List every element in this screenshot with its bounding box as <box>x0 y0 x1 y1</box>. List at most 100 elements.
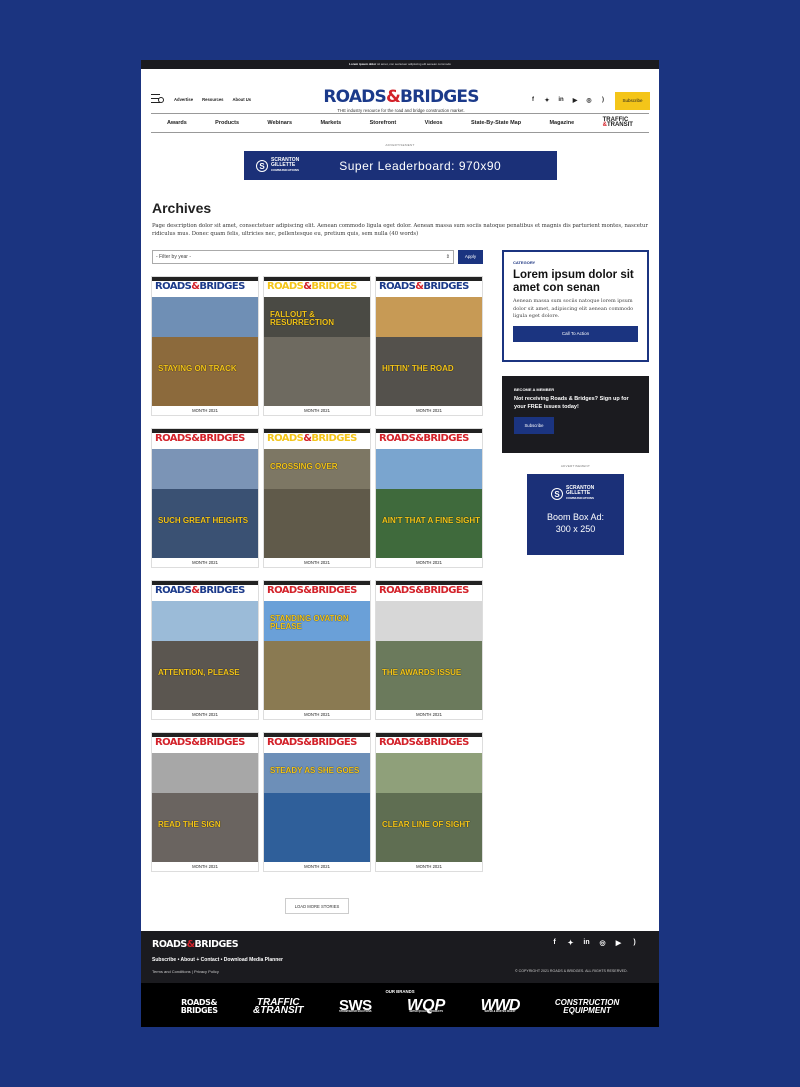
issue-month[interactable]: MONTH 2021 <box>264 710 370 720</box>
magazine-cover-image[interactable]: ROADS&BRIDGES SUCH GREAT HEIGHTS <box>152 429 258 558</box>
archive-card[interactable]: ROADS&BRIDGES HITTIN' THE ROAD MONTH 2021 <box>375 276 483 416</box>
nav-item-storefront[interactable]: Storefront <box>370 120 397 126</box>
footer-legal-links[interactable]: Terms and Conditions | Privacy Policy <box>152 969 219 974</box>
advertise-link[interactable]: Advertise <box>174 97 193 102</box>
linkedin-icon[interactable]: in <box>582 939 591 947</box>
issue-month[interactable]: MONTH 2021 <box>152 710 258 720</box>
cover-headline: FALLOUT & RESURRECTION <box>270 310 335 327</box>
page-description: Page description dolor sit amet, consect… <box>152 223 648 237</box>
member-label: BECOME A MEMBER <box>514 387 555 392</box>
facebook-icon[interactable]: f <box>529 97 537 104</box>
ad-label: ADVERTISEMENT <box>560 464 591 468</box>
sponsor-logo: S SCRANTON GILLETTE COMMUNICATIONS <box>256 158 299 173</box>
cover-masthead: ROADS&BRIDGES <box>155 737 245 748</box>
magazine-cover-image[interactable]: ROADS&BRIDGES HITTIN' THE ROAD <box>376 277 482 406</box>
youtube-icon[interactable]: ▶ <box>571 97 579 104</box>
select-arrows-icon: ⇕ <box>445 254 450 260</box>
archive-card[interactable]: ROADS&BRIDGES STEADY AS SHE GOES MONTH 202… <box>263 732 371 872</box>
twitter-icon[interactable]: ✦ <box>566 939 575 947</box>
magazine-cover-image[interactable]: ROADS&BRIDGES STEADY AS SHE GOES <box>264 733 370 862</box>
brands-label: OUR BRANDS <box>385 989 415 994</box>
nav-item-videos[interactable]: Videos <box>425 120 443 126</box>
boom-box-ad[interactable]: S SCRANTON GILLETTE COMMUNICATIONS Boom Bo… <box>527 474 624 555</box>
brand-construction-equipment[interactable]: CONSTRUCTION EQUIPMENT <box>555 999 619 1015</box>
issue-month[interactable]: MONTH 2021 <box>376 406 482 416</box>
magazine-cover-image[interactable]: ROADS&BRIDGES THE AWARDS ISSUE <box>376 581 482 710</box>
linkedin-icon[interactable]: in <box>557 97 565 104</box>
nav-item-markets[interactable]: Markets <box>320 120 341 126</box>
nav-item-awards[interactable]: Awards <box>167 120 187 126</box>
magazine-cover-image[interactable]: ROADS&BRIDGES FALLOUT & RESURRECTION <box>264 277 370 406</box>
magazine-cover-image[interactable]: ROADS&BRIDGES CLEAR LINE OF SIGHT <box>376 733 482 862</box>
footer-social: f ✦ in ◎ ▶ ) <box>550 939 639 947</box>
menu-search-icon[interactable] <box>151 94 164 105</box>
magazine-cover-image[interactable]: ROADS&BRIDGES READ THE SIGN <box>152 733 258 862</box>
issue-month[interactable]: MONTH 2021 <box>376 710 482 720</box>
year-filter-select[interactable]: - Filter by year - ⇕ <box>152 250 454 264</box>
youtube-icon[interactable]: ▶ <box>614 939 623 947</box>
issue-month[interactable]: MONTH 2021 <box>152 862 258 872</box>
archive-card[interactable]: ROADS&BRIDGES THE AWARDS ISSUE MONTH 2021 <box>375 580 483 720</box>
subscribe-button[interactable]: Subscribe <box>615 92 650 110</box>
apply-button[interactable]: Apply <box>458 250 483 264</box>
magazine-cover-image[interactable]: ROADS&BRIDGES STAYING ON TRACK <box>152 277 258 406</box>
issue-month[interactable]: MONTH 2021 <box>264 558 370 568</box>
issue-month[interactable]: MONTH 2021 <box>152 558 258 568</box>
issue-month[interactable]: MONTH 2021 <box>264 862 370 872</box>
issue-month[interactable]: MONTH 2021 <box>376 862 482 872</box>
brand-roads-bridges[interactable]: ROADS& BRIDGES <box>181 999 218 1015</box>
rss-icon[interactable]: ) <box>599 97 607 104</box>
nav-item-magazine[interactable]: Magazine <box>549 120 574 126</box>
resources-link[interactable]: Resources <box>202 97 223 102</box>
rss-icon[interactable]: ) <box>630 939 639 947</box>
about-us-link[interactable]: About Us <box>233 97 252 102</box>
nav-item-webinars[interactable]: Webinars <box>267 120 292 126</box>
member-box: BECOME A MEMBER Not receiving Roads & Br… <box>502 376 649 453</box>
issue-month[interactable]: MONTH 2021 <box>152 406 258 416</box>
top-announcement-bar: Lorem ipsum dolor sit amet, con sectetue… <box>141 60 659 69</box>
nav-item-state-map[interactable]: State-By-State Map <box>471 120 521 126</box>
cover-headline: STAYING ON TRACK <box>158 364 237 373</box>
archive-card[interactable]: ROADS&BRIDGES FALLOUT & RESURRECTION MONTH… <box>263 276 371 416</box>
archive-card[interactable]: ROADS&BRIDGES SUCH GREAT HEIGHTS MONTH 202… <box>151 428 259 568</box>
archive-card[interactable]: ROADS&BRIDGES CROSSING OVER MONTH 2021 <box>263 428 371 568</box>
brand-sws[interactable]: SWS STORM WATER SOLUTIONS <box>339 998 372 1013</box>
cover-headline: CROSSING OVER <box>270 462 338 471</box>
copyright: © COPYRIGHT 2021 ROADS & BRIDGES. ALL RI… <box>515 969 628 973</box>
archive-card[interactable]: ROADS&BRIDGES AIN'T THAT A FINE SIGHT MONT… <box>375 428 483 568</box>
archive-card[interactable]: ROADS&BRIDGES CLEAR LINE OF SIGHT MONTH 20… <box>375 732 483 872</box>
archive-card[interactable]: ROADS&BRIDGES ATTENTION, PLEASE MONTH 2021 <box>151 580 259 720</box>
site-logo[interactable]: ROADS&BRIDGES THE industry resource for … <box>321 87 481 113</box>
load-more-button[interactable]: LOAD MORE STORIES <box>285 898 349 914</box>
nav-traffic-transit-logo[interactable]: TRAFFIC &TRANSIT <box>603 117 633 128</box>
super-leaderboard-ad[interactable]: S SCRANTON GILLETTE COMMUNICATIONS Super L… <box>244 151 557 180</box>
member-subscribe-button[interactable]: Subscribe <box>514 417 554 434</box>
brand-wwd[interactable]: WWD WATER & WASTES DIGEST <box>481 997 521 1013</box>
issue-month[interactable]: MONTH 2021 <box>264 406 370 416</box>
cover-headline: THE AWARDS ISSUE <box>382 668 462 677</box>
footer-links[interactable]: Subscribe • About + Contact • Download M… <box>152 957 283 963</box>
issue-month[interactable]: MONTH 2021 <box>376 558 482 568</box>
brand-wqp[interactable]: WQP WATER QUALITY PRODUCTS <box>407 997 445 1013</box>
instagram-icon[interactable]: ◎ <box>598 939 607 947</box>
magazine-cover-image[interactable]: ROADS&BRIDGES AIN'T THAT A FINE SIGHT <box>376 429 482 558</box>
nav-item-products[interactable]: Products <box>215 120 239 126</box>
call-to-action-button[interactable]: Call To Action <box>513 325 638 342</box>
header-links: Advertise Resources About Us <box>174 97 251 102</box>
main-nav: Awards Products Webinars Markets Storefr… <box>151 113 649 133</box>
cover-masthead: ROADS&BRIDGES <box>379 585 469 596</box>
magazine-cover-image[interactable]: ROADS&BRIDGES STANDING OVATION PLEASE <box>264 581 370 710</box>
instagram-icon[interactable]: ◎ <box>585 97 593 104</box>
twitter-icon[interactable]: ✦ <box>543 97 551 104</box>
archive-card[interactable]: ROADS&BRIDGES STANDING OVATION PLEASE MONT… <box>263 580 371 720</box>
magazine-cover-image[interactable]: ROADS&BRIDGES CROSSING OVER <box>264 429 370 558</box>
archive-card[interactable]: ROADS&BRIDGES STAYING ON TRACK MONTH 2021 <box>151 276 259 416</box>
archive-card[interactable]: ROADS&BRIDGES READ THE SIGN MONTH 2021 <box>151 732 259 872</box>
cover-masthead: ROADS&BRIDGES <box>379 281 469 292</box>
magazine-cover-image[interactable]: ROADS&BRIDGES ATTENTION, PLEASE <box>152 581 258 710</box>
brand-traffic-transit[interactable]: TRAFFIC &TRANSIT <box>253 998 304 1016</box>
facebook-icon[interactable]: f <box>550 939 559 947</box>
archive-grid: ROADS&BRIDGES STAYING ON TRACK MONTH 2021 R… <box>151 276 483 872</box>
category-label: CATEGORY <box>513 260 536 265</box>
footer-logo[interactable]: ROADS&BRIDGES <box>152 939 239 950</box>
